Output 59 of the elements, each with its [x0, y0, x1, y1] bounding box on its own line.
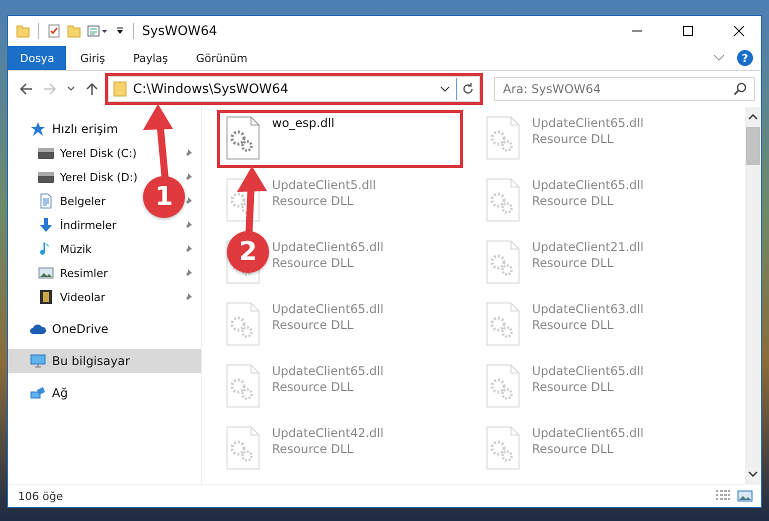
- sidebar-item[interactable]: Ağ: [8, 381, 201, 405]
- file-type: Resource DLL: [532, 442, 614, 456]
- item-count: 106 öğe: [18, 490, 63, 502]
- recent-dropdown-icon[interactable]: [66, 85, 76, 93]
- file-type: Resource DLL: [272, 256, 354, 270]
- file-type: Resource DLL: [272, 194, 354, 208]
- file-type: Resource DLL: [532, 132, 614, 146]
- drive-icon: [38, 169, 54, 185]
- back-arrow-icon[interactable]: [18, 81, 34, 97]
- maximize-icon: [682, 25, 694, 37]
- sidebar-item[interactable]: İndirmeler: [8, 213, 120, 237]
- file-type: Resource DLL: [272, 380, 354, 394]
- window-title: SysWOW64: [142, 24, 218, 38]
- file-type: Resource DLL: [532, 194, 614, 208]
- sidebar-item[interactable]: Yerel Disk (C:): [8, 141, 141, 165]
- sidebar-item[interactable]: Videolar: [8, 285, 110, 309]
- search-icon[interactable]: [733, 82, 747, 96]
- sidebar-item[interactable]: Belgeler: [8, 189, 110, 213]
- ribbon-tab[interactable]: Görünüm: [182, 46, 262, 70]
- film-icon: [38, 289, 54, 305]
- address-bar[interactable]: C:\Windows\SysWOW64: [108, 76, 480, 102]
- network-icon: [30, 385, 46, 401]
- file-type: Resource DLL: [532, 380, 614, 394]
- large-icons-view-icon[interactable]: [737, 490, 753, 502]
- sidebar-item[interactable]: Resimler: [8, 261, 112, 285]
- properties-icon[interactable]: [87, 24, 109, 38]
- sidebar-item[interactable]: Müzik: [8, 237, 96, 261]
- sidebar-item[interactable]: Yerel Disk (D:): [8, 165, 142, 189]
- file-type: Resource DLL: [532, 256, 614, 270]
- scroll-thumb[interactable]: [746, 127, 760, 165]
- monitor-icon: [30, 353, 46, 369]
- up-arrow-icon[interactable]: [84, 81, 100, 97]
- customize-dropdown-icon[interactable]: [115, 26, 125, 36]
- file-name[interactable]: wo_esp.dll: [272, 116, 335, 130]
- scroll-up-icon[interactable]: [748, 113, 758, 121]
- arrow: [237, 166, 267, 234]
- sidebar-item[interactable]: Bu bilgisayar: [8, 349, 201, 373]
- ribbon-tab[interactable]: Dosya: [8, 46, 66, 70]
- file-type: Resource DLL: [272, 442, 354, 456]
- star-icon: [30, 121, 46, 137]
- help-button[interactable]: ?: [737, 50, 753, 66]
- drive-icon: [38, 145, 54, 161]
- file-item[interactable]: wo_esp.dll: [220, 113, 460, 165]
- search-field[interactable]: Ara: SysWOW64: [494, 77, 755, 101]
- sidebar-item[interactable]: Hızlı erişim: [8, 117, 201, 141]
- file-type: Resource DLL: [272, 318, 354, 332]
- document-icon: [38, 193, 54, 209]
- sidebar-item[interactable]: OneDrive: [8, 317, 201, 341]
- download-icon: [38, 217, 54, 233]
- details-view-icon[interactable]: [715, 490, 731, 502]
- checklist-icon[interactable]: [47, 24, 61, 38]
- vertical-scrollbar[interactable]: [745, 107, 761, 484]
- close-icon: [732, 25, 744, 37]
- ribbon-tab[interactable]: Giriş: [66, 46, 120, 70]
- picture-icon: [38, 265, 54, 281]
- scroll-down-icon[interactable]: [748, 470, 758, 478]
- file-type: Resource DLL: [532, 318, 614, 332]
- ribbon-tab[interactable]: Paylaş: [119, 46, 182, 70]
- expand-ribbon-icon[interactable]: [713, 54, 725, 62]
